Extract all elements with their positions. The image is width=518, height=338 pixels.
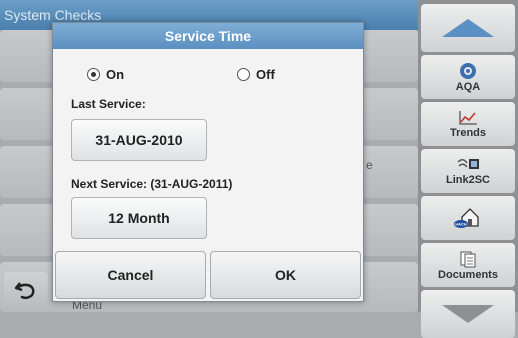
documents-label: Documents <box>438 268 498 281</box>
trends-icon <box>459 110 477 125</box>
off-radio-option[interactable]: Off <box>237 67 275 82</box>
partial-list-text: e <box>366 158 373 172</box>
cancel-button[interactable]: Cancel <box>55 251 206 299</box>
last-service-label: Last Service: <box>71 97 146 111</box>
scroll-down-button[interactable] <box>421 290 515 338</box>
dialog-footer: Cancel OK <box>55 251 361 299</box>
ok-button[interactable]: OK <box>210 251 361 299</box>
link2sc-label: Link2SC <box>445 173 490 186</box>
dialog-title: Service Time <box>53 23 363 49</box>
aqa-label: AQA <box>455 80 481 93</box>
up-arrow-icon <box>442 19 494 37</box>
trends-label: Trends <box>449 126 487 139</box>
scroll-up-button[interactable] <box>421 4 515 52</box>
link2sc-icon <box>457 158 479 169</box>
documents-icon <box>460 251 476 267</box>
right-toolbar: AQA Trends Link2SC HACH Documents <box>418 0 518 338</box>
aqa-button[interactable]: AQA <box>421 55 515 99</box>
on-label: On <box>106 67 125 82</box>
svg-text:HACH: HACH <box>455 222 467 227</box>
radio-checked-icon[interactable] <box>87 68 100 81</box>
off-label: Off <box>256 67 275 82</box>
aqa-icon <box>460 62 476 79</box>
next-service-label: Next Service: (31-AUG-2011) <box>71 177 233 191</box>
back-button[interactable] <box>4 272 48 308</box>
documents-button[interactable]: Documents <box>421 243 515 287</box>
link2sc-button[interactable]: Link2SC <box>421 149 515 193</box>
service-interval-button[interactable]: 12 Month <box>71 197 207 239</box>
service-time-dialog: Service Time On Off Last Service: 31-AUG… <box>52 22 364 302</box>
trends-button[interactable]: Trends <box>421 102 515 146</box>
last-service-date-button[interactable]: 31-AUG-2010 <box>71 119 207 161</box>
radio-unchecked-icon[interactable] <box>237 68 250 81</box>
on-radio-option[interactable]: On <box>87 67 124 82</box>
hach-home-icon: HACH <box>454 208 479 228</box>
back-arrow-icon <box>14 282 35 300</box>
home-button[interactable]: HACH <box>421 196 515 240</box>
down-arrow-icon <box>442 305 494 323</box>
